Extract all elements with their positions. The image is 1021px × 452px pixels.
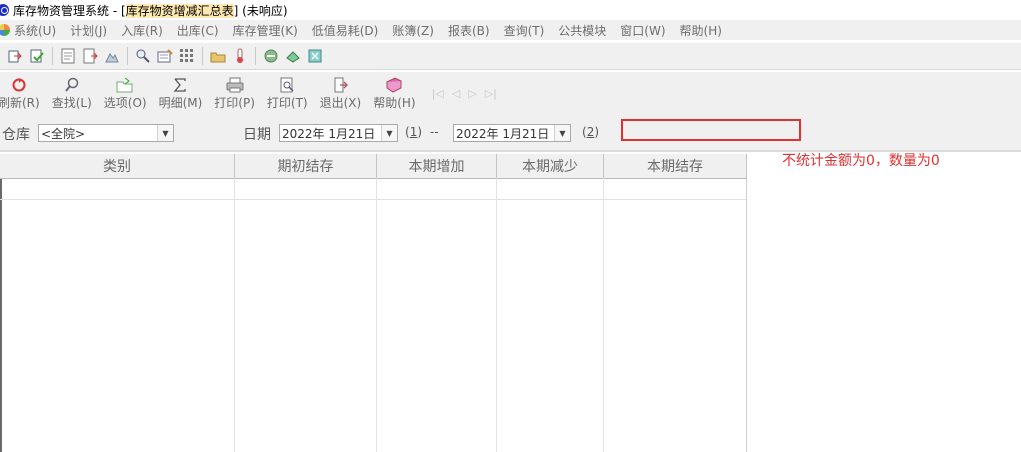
menu-reports[interactable]: 报表(B) [448, 22, 490, 39]
column-header-category[interactable]: 类别 [0, 154, 235, 178]
main-toolbar: 刷新(R) 查找(L) 选项(O) 明细(M) 打印(P) 打印(T) 退出(X… [0, 72, 1021, 118]
menu-help[interactable]: 帮助(H) [680, 22, 722, 39]
chevron-down-icon[interactable]: ▼ [157, 125, 173, 141]
menu-query[interactable]: 查询(T) [504, 22, 545, 39]
folder-icon[interactable] [210, 48, 226, 64]
icon-7[interactable] [285, 48, 301, 64]
title-bar: 库存物资管理系统 - [库存物资增减汇总表] (未响应) [0, 0, 1021, 20]
refresh-button[interactable]: 刷新(R) [0, 77, 40, 111]
magnifier-icon [63, 77, 81, 93]
menu-outbound[interactable]: 出库(C) [177, 22, 219, 39]
table-row[interactable] [0, 199, 746, 200]
column-header-period-decrease[interactable]: 本期减少 [497, 154, 604, 178]
help-button[interactable]: 帮助(H) [373, 77, 416, 111]
warehouse-select-value: <全院> [41, 126, 86, 141]
first-record-icon[interactable]: |◁ [432, 87, 444, 100]
icon-3[interactable] [60, 48, 76, 64]
record-navigation: |◁ ◁ ▷ ▷| [432, 87, 497, 100]
column-divider [603, 178, 604, 452]
summary-table[interactable]: 类别 期初结存 本期增加 本期减少 本期结存 [0, 154, 747, 452]
exit-button[interactable]: 退出(X) [319, 77, 362, 111]
detail-button[interactable]: 明细(M) [158, 77, 203, 111]
column-header-opening-balance[interactable]: 期初结存 [235, 154, 377, 178]
date-from-value: 2022年 1月21日 [282, 126, 376, 141]
menu-system[interactable]: 系统(U) [14, 22, 56, 39]
column-divider [496, 178, 497, 452]
menu-low-value[interactable]: 低值易耗(D) [312, 22, 379, 39]
exit-label: 退出(X) [319, 96, 362, 110]
table-header: 类别 期初结存 本期增加 本期减少 本期结存 [0, 154, 747, 179]
next-record-icon[interactable]: ▷ [468, 87, 476, 100]
window-title: 库存物资管理系统 - [库存物资增减汇总表] (未响应) [13, 3, 288, 18]
date-to-picker[interactable]: 2022年 1月21日 ▼ [453, 124, 571, 142]
icon-5[interactable] [104, 48, 120, 64]
app-icon [0, 4, 9, 16]
column-header-period-increase[interactable]: 本期增加 [377, 154, 497, 178]
date-from-shortcut-link[interactable]: (1) [405, 125, 422, 139]
date-from-picker[interactable]: 2022年 1月21日 ▼ [279, 124, 398, 142]
options-folder-icon [116, 77, 134, 93]
menu-common[interactable]: 公共模块 [558, 22, 606, 39]
menu-ledger[interactable]: 账簿(Z) [392, 22, 434, 39]
chevron-down-icon[interactable]: ▼ [554, 125, 570, 141]
date-label: 日期 [243, 127, 271, 143]
print-preview-icon [278, 77, 296, 93]
options-button[interactable]: 选项(O) [104, 77, 147, 111]
quick-toolbar [0, 42, 1021, 70]
menu-inventory[interactable]: 库存管理(K) [233, 22, 298, 39]
chevron-down-icon[interactable]: ▼ [381, 125, 397, 141]
print-preview-button[interactable]: 打印(T) [267, 77, 308, 111]
thermometer-icon[interactable] [232, 48, 248, 64]
menu-plan[interactable]: 计划(J) [70, 22, 107, 39]
toolbar-divider [52, 47, 53, 65]
toolbar-divider [255, 47, 256, 65]
column-divider [234, 178, 235, 452]
find-button[interactable]: 查找(L) [52, 77, 92, 111]
help-book-icon [385, 77, 403, 93]
warehouse-label: 仓库 [2, 127, 30, 143]
icon-2[interactable] [29, 48, 45, 64]
date-to-value: 2022年 1月21日 [456, 126, 550, 141]
detail-label: 明细(M) [158, 96, 203, 110]
calendar-edit-icon[interactable] [157, 48, 173, 64]
date-range-separator: -- [430, 125, 439, 139]
annotation-highlight-box [621, 119, 801, 141]
options-label: 选项(O) [103, 96, 147, 110]
grid-icon[interactable] [179, 48, 195, 64]
filter-bar: 仓库 <全院> ▼ 日期 2022年 1月21日 ▼ (1) -- 2022年 … [0, 118, 1021, 152]
find-label: 查找(L) [51, 96, 92, 110]
refresh-label: 刷新(R) [0, 96, 40, 110]
toolbar-divider [127, 47, 128, 65]
magnifier-icon[interactable] [135, 48, 151, 64]
column-header-closing-balance[interactable]: 本期结存 [604, 154, 747, 178]
refresh-icon [10, 77, 28, 93]
icon-4[interactable] [82, 48, 98, 64]
sigma-icon [171, 77, 189, 93]
printer-icon [226, 77, 244, 93]
last-record-icon[interactable]: ▷| [485, 87, 497, 100]
menu-bar: 系统(U) 计划(J) 入库(R) 出库(C) 库存管理(K) 低值易耗(D) … [0, 20, 1021, 40]
date-to-shortcut-link[interactable]: (2) [582, 125, 599, 139]
warehouse-select[interactable]: <全院> ▼ [38, 124, 174, 142]
icon-1[interactable] [7, 48, 23, 64]
exit-door-icon [331, 77, 349, 93]
column-divider [376, 178, 377, 452]
menu-inbound[interactable]: 入库(R) [121, 22, 163, 39]
toolbar-divider [202, 47, 203, 65]
menu-window[interactable]: 窗口(W) [620, 22, 665, 39]
icon-6[interactable] [263, 48, 279, 64]
print-button[interactable]: 打印(P) [214, 77, 255, 111]
close-window-icon[interactable] [307, 48, 323, 64]
system-menu-icon[interactable] [0, 24, 10, 36]
help-label: 帮助(H) [373, 96, 416, 110]
print-label: 打印(P) [214, 96, 255, 110]
print-preview-label: 打印(T) [266, 96, 308, 110]
annotation-note: 不统计金额为0，数量为0 [782, 153, 940, 169]
prev-record-icon[interactable]: ◁ [452, 87, 460, 100]
